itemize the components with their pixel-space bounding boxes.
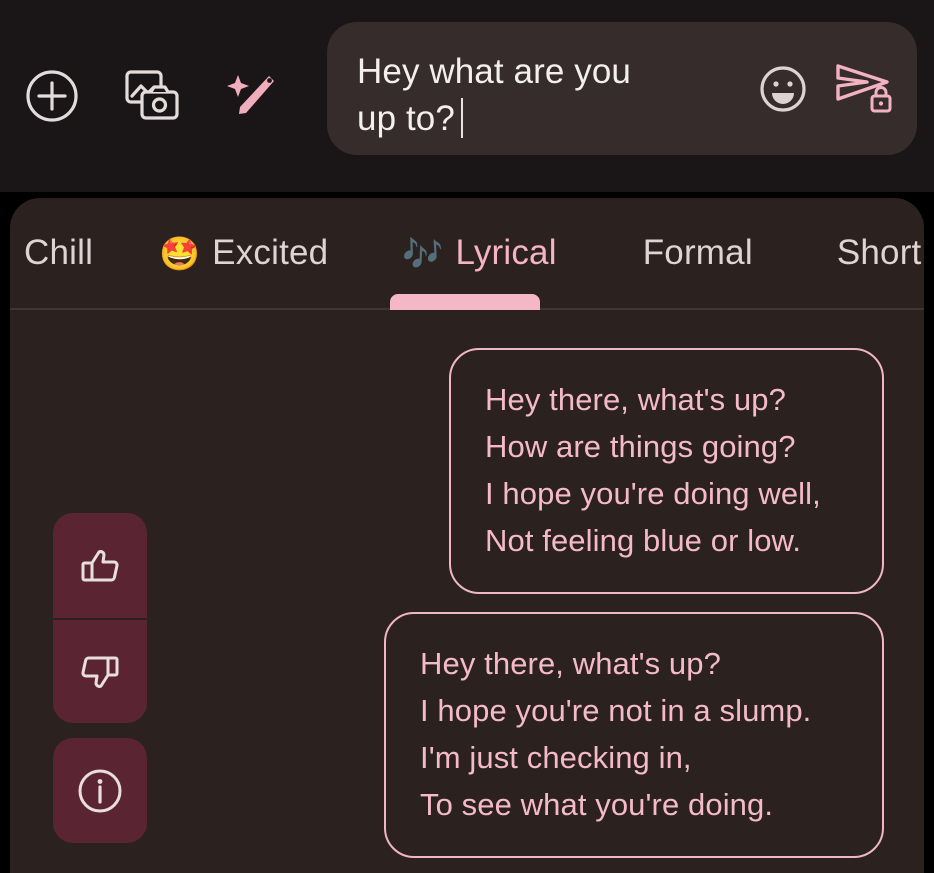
tab-lyrical[interactable]: 🎶 Lyrical [354, 198, 582, 308]
tab-formal-label: Formal [642, 233, 753, 272]
tab-short[interactable]: Short [779, 198, 924, 308]
suggestion-panel: Chill 🤩 Excited 🎶 Lyrical Formal Short H… [10, 198, 924, 873]
music-notes-emoji-icon: 🎶 [402, 234, 444, 272]
tab-excited-label: Excited [212, 233, 329, 272]
tab-chill[interactable]: Chill [10, 198, 115, 308]
active-tab-indicator [390, 294, 540, 310]
suggestion-bubble[interactable]: Hey there, what's up? How are things goi… [449, 348, 884, 594]
message-input-field[interactable]: Hey what are you up to? [327, 22, 917, 155]
gallery-camera-icon[interactable] [122, 66, 182, 126]
tab-chill-label: Chill [24, 233, 94, 272]
suggestion-bubble-list: Hey there, what's up? How are things goi… [284, 348, 884, 858]
suggestion-bubble[interactable]: Hey there, what's up? I hope you're not … [384, 612, 884, 858]
thumbs-up-button[interactable] [53, 513, 147, 618]
info-button[interactable] [53, 738, 147, 843]
suggestion-text: Hey there, what's up? How are things goi… [485, 382, 821, 558]
message-input-value: Hey what are you up to? [357, 52, 631, 138]
composer-bar: Hey what are you up to? [0, 0, 934, 192]
star-struck-emoji-icon: 🤩 [159, 234, 201, 272]
emoji-icon[interactable] [757, 63, 809, 115]
tab-formal[interactable]: Formal [583, 198, 779, 308]
suggestion-text: Hey there, what's up? I hope you're not … [420, 646, 812, 822]
tab-short-label: Short [836, 233, 922, 272]
magic-wand-icon[interactable] [222, 66, 282, 126]
feedback-rail [53, 513, 147, 843]
thumbs-down-button[interactable] [53, 618, 147, 723]
tone-tab-strip[interactable]: Chill 🤩 Excited 🎶 Lyrical Formal Short [10, 198, 924, 308]
text-caret [460, 98, 463, 138]
add-icon[interactable] [22, 66, 82, 126]
send-icon[interactable] [833, 60, 895, 118]
feedback-button-group [53, 513, 147, 723]
message-input-text-wrap: Hey what are you up to? [357, 48, 707, 142]
tab-excited[interactable]: 🤩 Excited [115, 198, 354, 308]
tab-lyrical-label: Lyrical [455, 233, 557, 272]
